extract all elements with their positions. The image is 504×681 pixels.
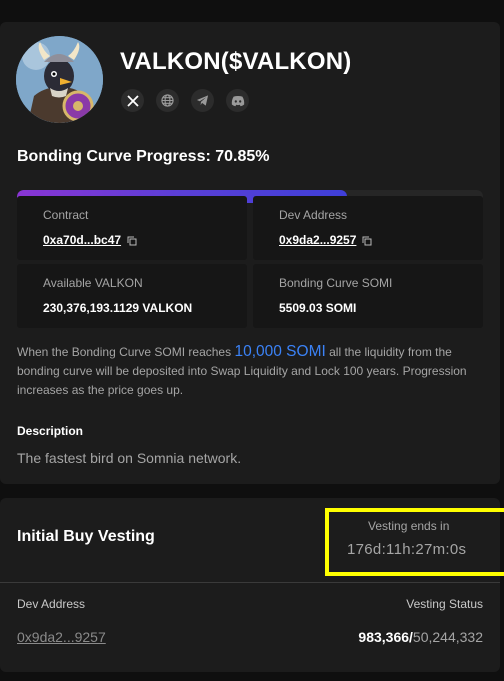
vesting-status-column-label: Vesting Status [406,597,483,611]
vesting-status-value: 983,366/50,244,332 [358,629,483,645]
vesting-dev-address-link[interactable]: 0x9da2...9257 [17,629,106,645]
available-value: 230,376,193.1129 VALKON [43,301,193,315]
description-text: The fastest bird on Somnia network. [17,450,242,466]
bonding-progress-title: Bonding Curve Progress: 70.85% [17,148,270,165]
curve-somi-label: Bonding Curve SOMI [279,276,393,290]
discord-icon[interactable] [226,89,249,112]
vesting-title: Initial Buy Vesting [17,528,155,545]
contract-label: Contract [43,208,89,222]
curve-somi-box: Bonding Curve SOMI 5509.03 SOMI [253,264,483,328]
contract-box: Contract 0xa70d...bc47 [17,196,247,260]
viking-bird-icon [16,36,103,123]
note-target: 10,000 SOMI [234,343,326,360]
contract-address[interactable]: 0xa70d...bc47 [43,233,121,247]
globe-icon[interactable] [156,89,179,112]
social-links [121,89,249,112]
copy-icon[interactable] [362,235,372,246]
dev-address-value[interactable]: 0x9da2...9257 [279,233,372,247]
vested-amount: 983,366/ [358,629,413,645]
vesting-timer: 176d:11h:27m:0s [347,541,467,558]
note-prefix: When the Bonding Curve SOMI reaches [17,345,235,359]
vesting-ends-label: Vesting ends in [368,519,450,533]
total-amount: 50,244,332 [412,629,483,645]
telegram-icon[interactable] [191,89,214,112]
description-label: Description [17,424,84,438]
dev-address-label: Dev Address [279,208,348,222]
token-info-card: VALKON($VALKON) Bonding Curve Progress: … [0,22,500,484]
divider [0,582,500,583]
available-label: Available VALKON [43,276,143,290]
vesting-card: Initial Buy Vesting Vesting ends in 176d… [0,498,504,672]
token-title: VALKON($VALKON) [120,48,352,75]
dev-address-column-label: Dev Address [17,597,86,611]
copy-icon[interactable] [127,235,137,246]
curve-somi-value: 5509.03 SOMI [279,301,357,315]
contract-value[interactable]: 0xa70d...bc47 [43,233,137,247]
dev-address[interactable]: 0x9da2...9257 [279,233,356,247]
x-icon[interactable] [121,89,144,112]
bonding-note: When the Bonding Curve SOMI reaches 10,0… [17,342,487,400]
dev-address-box: Dev Address 0x9da2...9257 [253,196,483,260]
available-box: Available VALKON 230,376,193.1129 VALKON [17,264,247,328]
